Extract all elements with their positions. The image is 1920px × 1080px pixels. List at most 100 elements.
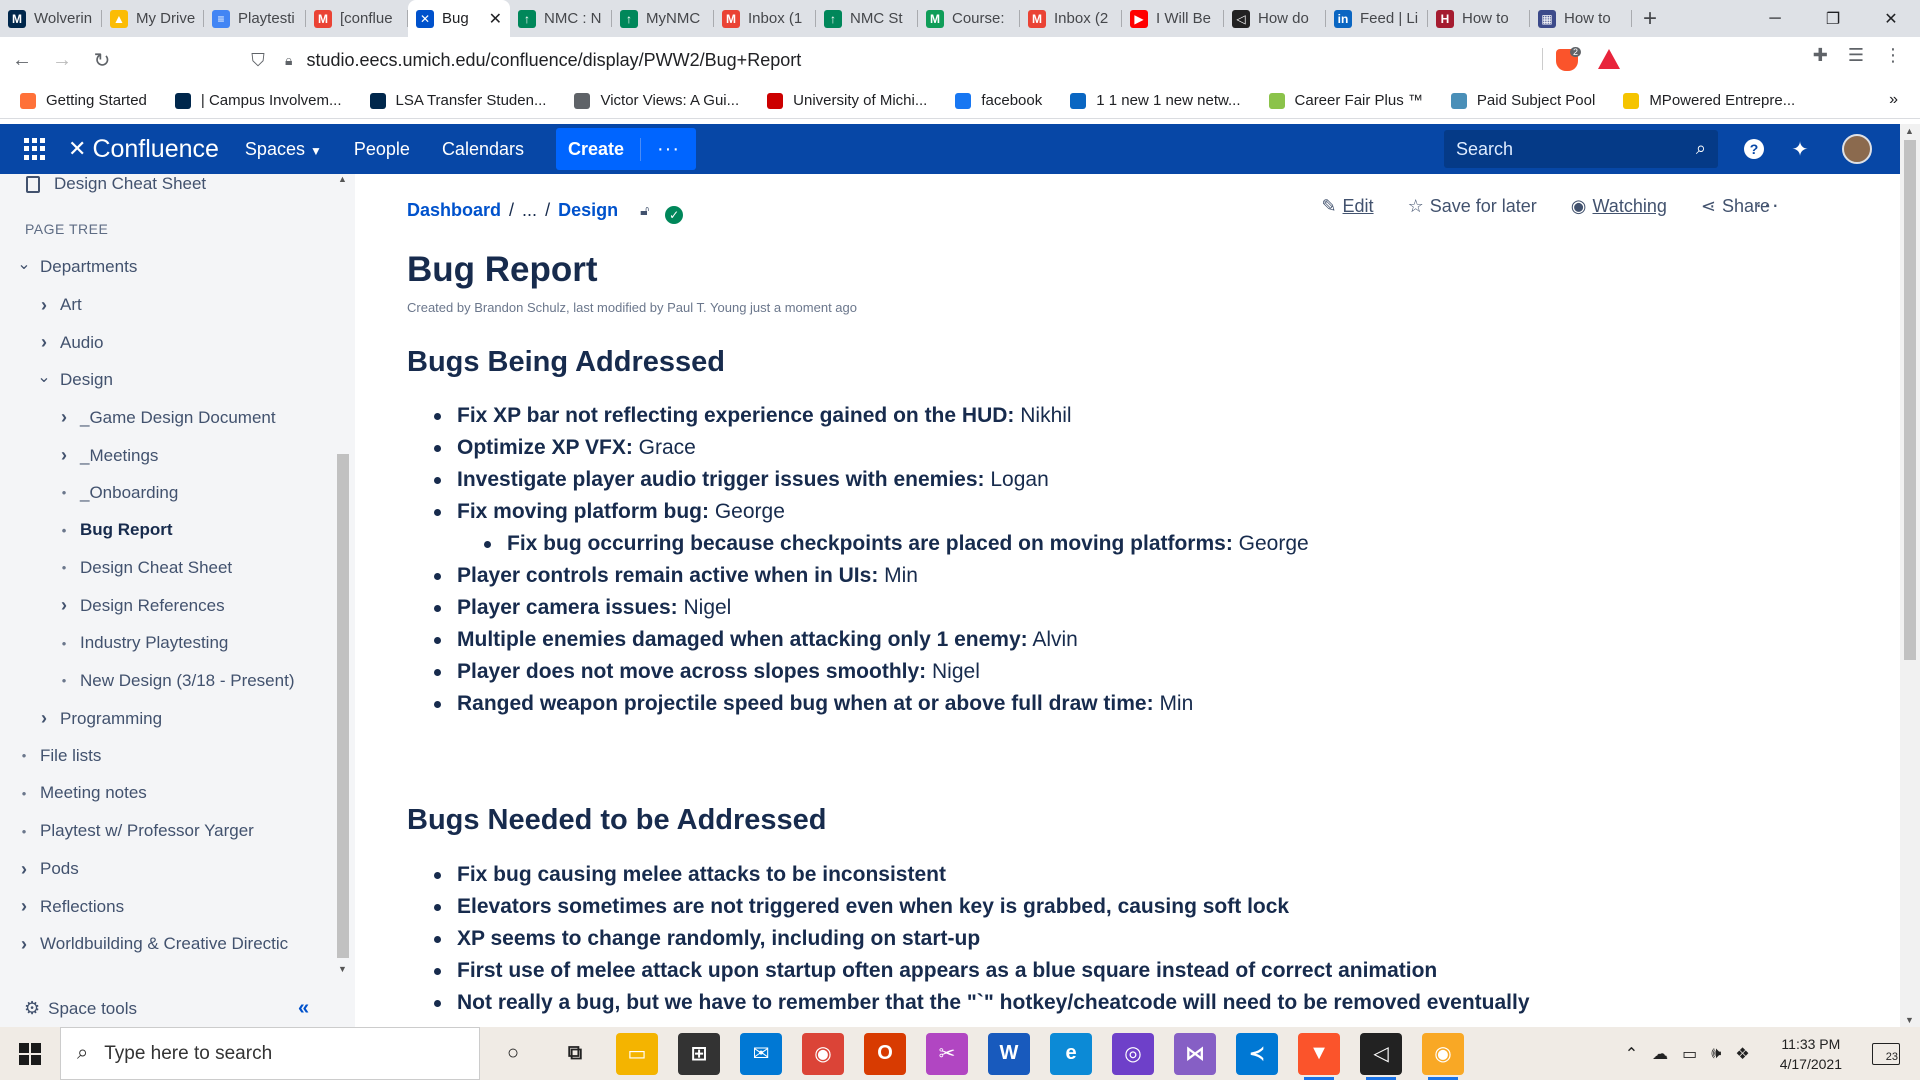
bookmark-item[interactable]: | Campus Involvem...	[174, 92, 342, 109]
word-icon[interactable]: W	[988, 1032, 1030, 1075]
page-scrollbar[interactable]: ▲ ▼	[1900, 124, 1920, 1027]
edit-button[interactable]: ✎ Edit	[1321, 196, 1373, 217]
chevron-right-icon[interactable]: ›	[34, 708, 54, 729]
tree-item[interactable]: ⌄ Design	[34, 367, 113, 390]
menu-icon[interactable]: ⋮	[1884, 45, 1902, 66]
back-button[interactable]: ←	[4, 42, 40, 78]
browser-tab[interactable]: M Inbox (2	[1020, 0, 1122, 37]
extensions-icon[interactable]: ✚	[1813, 45, 1828, 66]
browser-tab[interactable]: ↑ NMC : N	[510, 0, 612, 37]
tree-item[interactable]: › Reflections	[14, 896, 124, 917]
browser-tab[interactable]: M Inbox (1	[714, 0, 816, 37]
chrome-canary-icon[interactable]: ◉	[1422, 1032, 1464, 1080]
minimize-button[interactable]: ─	[1746, 0, 1804, 37]
scroll-up-icon[interactable]: ▲	[338, 174, 347, 184]
vscode-icon[interactable]: ≺	[1236, 1032, 1278, 1075]
notifications-icon[interactable]: ✦	[1790, 139, 1810, 161]
tree-item[interactable]: • File lists	[14, 746, 102, 766]
bookmark-item[interactable]: LSA Transfer Studen...	[369, 92, 546, 109]
chevron-right-icon[interactable]: ›	[14, 896, 34, 917]
breadcrumb-dashboard[interactable]: Dashboard	[407, 200, 501, 221]
reload-button[interactable]: ↻	[84, 42, 120, 78]
close-window-button[interactable]: ✕	[1862, 0, 1920, 37]
browser-tab[interactable]: ▲ My Drive	[102, 0, 204, 37]
chevron-right-icon[interactable]: ›	[54, 407, 74, 428]
browser-tab[interactable]: ▶ I Will Be	[1122, 0, 1224, 37]
tree-item[interactable]: • Bug Report	[54, 520, 173, 540]
chevron-right-icon[interactable]: ›	[14, 934, 34, 955]
chevron-right-icon[interactable]: ›	[14, 859, 34, 880]
browser-tab[interactable]: ◁ How do	[1224, 0, 1326, 37]
media-queue-icon[interactable]: ☰	[1848, 45, 1864, 66]
chevron-right-icon[interactable]: ›	[54, 595, 74, 616]
browser-tab[interactable]: ✕ Bug ✕	[408, 0, 510, 37]
file-explorer-icon[interactable]: ▭	[616, 1032, 658, 1075]
taskbar-search-input[interactable]: ⌕ Type here to search	[60, 1027, 480, 1080]
tree-item[interactable]: › Audio	[34, 332, 103, 353]
edge-icon[interactable]: e	[1050, 1032, 1092, 1075]
breadcrumb-ellipsis[interactable]: ...	[522, 200, 537, 221]
new-tab-button[interactable]: +	[1632, 0, 1668, 37]
tree-item[interactable]: • Meeting notes	[14, 783, 147, 803]
bookmark-item[interactable]: Paid Subject Pool	[1450, 92, 1595, 109]
bookmark-icon[interactable]: ⛉	[240, 42, 276, 78]
help-icon[interactable]: ?	[1744, 139, 1764, 159]
browser-tab[interactable]: in Feed | Li	[1326, 0, 1428, 37]
bookmark-item[interactable]: Career Fair Plus ™	[1268, 92, 1423, 109]
battery-icon[interactable]: ▭	[1682, 1044, 1697, 1064]
brave-icon[interactable]: ▼	[1298, 1032, 1340, 1080]
onedrive-icon[interactable]: ☁	[1652, 1044, 1668, 1064]
tree-item[interactable]: › _Meetings	[54, 445, 158, 466]
browser-tab[interactable]: ▦ How to	[1530, 0, 1632, 37]
maximize-button[interactable]: ❐	[1804, 0, 1862, 37]
sidebar-shortcut[interactable]: Design Cheat Sheet	[26, 174, 206, 194]
save-for-later-button[interactable]: ☆ Save for later	[1408, 196, 1537, 217]
scroll-down-icon[interactable]: ▼	[338, 964, 347, 974]
scrollbar-thumb[interactable]	[1904, 140, 1916, 660]
tree-item[interactable]: › Worldbuilding & Creative Directic	[14, 934, 288, 955]
avatar[interactable]	[1842, 134, 1872, 164]
visual-studio-icon[interactable]: ⋈	[1174, 1032, 1216, 1075]
chevron-right-icon[interactable]: ›	[54, 445, 74, 466]
bookmark-item[interactable]: Victor Views: A Gui...	[574, 92, 739, 109]
bookmark-item[interactable]: MPowered Entrepre...	[1623, 92, 1795, 109]
bookmark-item[interactable]: 1 1 new 1 new netw...	[1070, 92, 1241, 109]
app-switcher-icon[interactable]	[24, 138, 46, 160]
search-input[interactable]: Search ⌕	[1444, 130, 1718, 168]
browser-tab[interactable]: M Wolverin	[0, 0, 102, 37]
clock[interactable]: 11:33 PM 4/17/2021	[1780, 1034, 1842, 1074]
address-bar[interactable]: 🔒︎ studio.eecs.umich.edu/confluence/disp…	[285, 43, 1555, 77]
chevron-down-icon[interactable]: ⌄	[34, 367, 54, 387]
scroll-up-icon[interactable]: ▲	[1905, 126, 1914, 136]
collapse-sidebar-icon[interactable]: «	[298, 997, 309, 1020]
create-more-button[interactable]: ···	[640, 137, 696, 161]
chevron-down-icon[interactable]: ⌄	[14, 254, 34, 274]
brave-rewards-icon[interactable]	[1598, 49, 1620, 69]
confluence-logo[interactable]: ✕ Confluence	[68, 135, 219, 164]
store-icon[interactable]: ⊞	[678, 1032, 720, 1075]
forward-button[interactable]: →	[44, 42, 80, 78]
tree-item[interactable]: • Industry Playtesting	[54, 633, 229, 653]
close-tab-icon[interactable]: ✕	[489, 9, 502, 29]
browser-tab[interactable]: H How to	[1428, 0, 1530, 37]
sidebar-scrollbar[interactable]: ▲ ▼	[336, 174, 350, 974]
notifications-icon[interactable]: 23	[1872, 1042, 1900, 1065]
tree-item[interactable]: › Art	[34, 295, 82, 316]
chrome-icon[interactable]: ◉	[802, 1032, 844, 1075]
chevron-right-icon[interactable]: ›	[34, 295, 54, 316]
space-tools-button[interactable]: ⚙ Space tools	[24, 998, 137, 1019]
nav-people[interactable]: People	[354, 139, 410, 160]
sidebar-scrollbar-thumb[interactable]	[337, 454, 349, 958]
bookmarks-overflow-icon[interactable]: »	[1889, 91, 1898, 109]
scroll-down-icon[interactable]: ▼	[1905, 1015, 1914, 1025]
chevron-up-icon[interactable]: ⌃	[1625, 1044, 1638, 1064]
nav-spaces[interactable]: Spaces ▼	[245, 139, 322, 160]
watching-button[interactable]: ◉ Watching	[1571, 196, 1667, 217]
windows-start-icon[interactable]	[0, 1027, 60, 1080]
cortana-icon[interactable]: ○	[492, 1032, 534, 1075]
tree-item[interactable]: › Design References	[54, 595, 225, 616]
nav-calendars[interactable]: Calendars	[442, 139, 524, 160]
browser-tab[interactable]: M Course:	[918, 0, 1020, 37]
create-button[interactable]: Create	[556, 139, 640, 160]
tree-item[interactable]: • _Onboarding	[54, 483, 179, 503]
